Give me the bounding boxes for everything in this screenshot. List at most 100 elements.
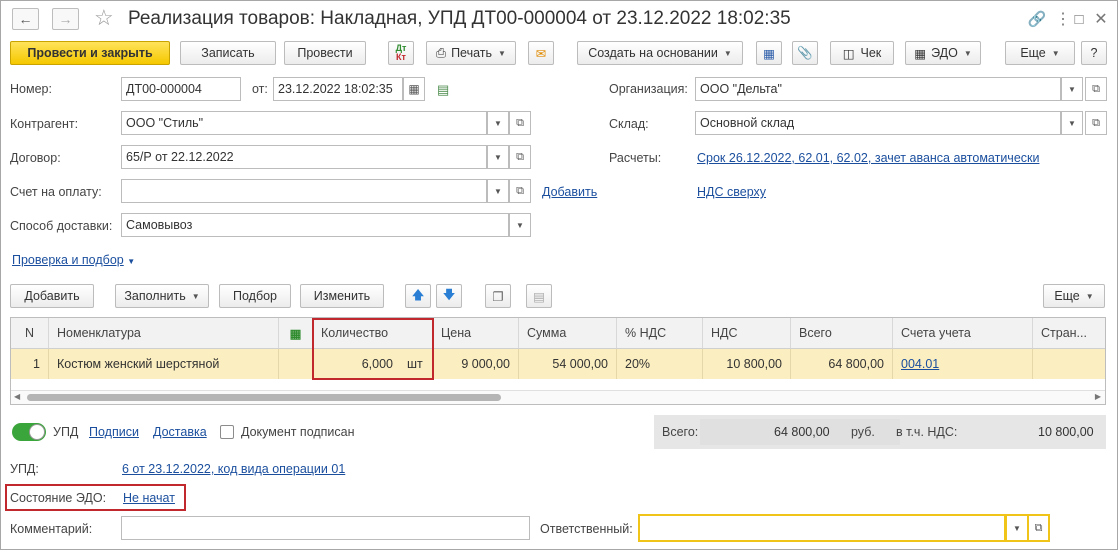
move-down-button[interactable]: 🡇 xyxy=(436,284,462,308)
warehouse-field[interactable]: Основной склад xyxy=(695,111,1061,135)
post-and-close-button[interactable]: Провести и закрыть xyxy=(10,41,170,65)
edo-state-highlight xyxy=(5,484,186,511)
hierarchy-icon: ▦ xyxy=(763,46,775,61)
date-field[interactable]: 23.12.2022 18:02:35 xyxy=(273,77,403,101)
cash-register-icon: ◫ xyxy=(842,46,855,61)
upd-toggle[interactable] xyxy=(12,423,46,441)
delivery-link[interactable]: Доставка xyxy=(153,425,207,439)
more-button[interactable]: Еще ▼ xyxy=(1005,41,1075,65)
column-header-n[interactable]: N xyxy=(11,318,49,349)
vat-on-top-link[interactable]: НДС сверху xyxy=(697,185,766,199)
column-header-marking[interactable]: ▦ xyxy=(279,318,313,349)
document-signed-checkbox[interactable] xyxy=(220,425,234,439)
column-header-sum[interactable]: Сумма xyxy=(519,318,617,349)
calendar-button[interactable]: ▦ xyxy=(403,77,425,101)
invoice-field[interactable] xyxy=(121,179,487,203)
arrow-left-icon: ← xyxy=(18,11,33,27)
contract-dropdown[interactable]: ▼ xyxy=(487,145,509,169)
delivery-method-dropdown[interactable]: ▼ xyxy=(509,213,531,237)
create-based-button[interactable]: Создать на основании ▼ xyxy=(577,41,743,65)
upd-label: УПД: xyxy=(10,462,39,476)
cell-marking[interactable] xyxy=(279,349,313,379)
number-field[interactable]: ДТ00-000004 xyxy=(121,77,241,101)
contractor-dropdown[interactable]: ▼ xyxy=(487,111,509,135)
arrow-right-icon: → xyxy=(58,11,73,27)
post-button[interactable]: Провести xyxy=(284,41,366,65)
history-icon[interactable]: ▤ xyxy=(437,82,449,98)
change-button[interactable]: Изменить xyxy=(300,284,384,308)
column-header-vat[interactable]: НДС xyxy=(703,318,791,349)
column-header-total[interactable]: Всего xyxy=(791,318,893,349)
responsible-dropdown[interactable]: ▼ xyxy=(1006,514,1028,542)
copy-rows-button[interactable]: ❐ xyxy=(485,284,511,308)
cell-price[interactable]: 9 000,00 xyxy=(433,349,519,379)
contract-open-button[interactable]: ⧉ xyxy=(509,145,531,169)
responsible-field[interactable] xyxy=(638,514,1006,542)
column-header-price[interactable]: Цена xyxy=(433,318,519,349)
fill-button[interactable]: Заполнить ▼ xyxy=(115,284,209,308)
back-button[interactable]: ← xyxy=(12,8,39,30)
column-header-vat-rate[interactable]: % НДС xyxy=(617,318,703,349)
contractor-open-button[interactable]: ⧉ xyxy=(509,111,531,135)
invoice-dropdown[interactable]: ▼ xyxy=(487,179,509,203)
document-signed-label: Документ подписан xyxy=(241,425,355,439)
help-button[interactable]: ? xyxy=(1081,41,1107,65)
add-row-button[interactable]: Добавить xyxy=(10,284,94,308)
signatures-link[interactable]: Подписи xyxy=(89,425,139,439)
maximize-icon[interactable]: □ xyxy=(1068,8,1090,30)
organization-dropdown[interactable]: ▼ xyxy=(1061,77,1083,101)
organization-field[interactable]: ООО "Дельта" xyxy=(695,77,1061,101)
add-invoice-link[interactable]: Добавить xyxy=(542,185,597,199)
close-icon[interactable]: ✕ xyxy=(1090,8,1112,30)
cell-vat[interactable]: 10 800,00 xyxy=(703,349,791,379)
attachments-button[interactable]: 📎 xyxy=(792,41,818,65)
warehouse-dropdown[interactable]: ▼ xyxy=(1061,111,1083,135)
cell-country[interactable] xyxy=(1033,349,1105,379)
cell-nomenclature[interactable]: Костюм женский шерстяной xyxy=(49,349,279,379)
scroll-right-icon[interactable]: ▶ xyxy=(1095,392,1101,401)
favorite-star-icon[interactable]: ☆ xyxy=(94,5,114,31)
edo-button[interactable]: ▦ ЭДО ▼ xyxy=(905,41,981,65)
paste-rows-button[interactable]: ▤ xyxy=(526,284,552,308)
print-button[interactable]: ⎙ Печать ▼ xyxy=(426,41,516,65)
link-icon[interactable]: 🔗 xyxy=(1026,8,1048,30)
invoice-open-button[interactable]: ⧉ xyxy=(509,179,531,203)
column-header-accounts[interactable]: Счета учета xyxy=(893,318,1033,349)
save-button[interactable]: Записать xyxy=(180,41,276,65)
email-button[interactable]: ✉ xyxy=(528,41,554,65)
responsible-open-button[interactable]: ⧉ xyxy=(1028,514,1050,542)
table-more-button[interactable]: Еще ▼ xyxy=(1043,284,1105,308)
comment-field[interactable] xyxy=(121,516,530,540)
forward-button[interactable]: → xyxy=(52,8,79,30)
cell-accounts[interactable]: 004.01 xyxy=(893,349,1033,379)
settlements-link[interactable]: Срок 26.12.2022, 62.01, 62.02, зачет ава… xyxy=(697,151,1039,165)
from-label: от: xyxy=(252,82,268,96)
cell-vat-rate[interactable]: 20% xyxy=(617,349,703,379)
contractor-field[interactable]: ООО "Стиль" xyxy=(121,111,487,135)
scroll-left-icon[interactable]: ◀ xyxy=(14,392,20,401)
cell-sum[interactable]: 54 000,00 xyxy=(519,349,617,379)
contract-field[interactable]: 65/Р от 22.12.2022 xyxy=(121,145,487,169)
scrollbar-thumb[interactable] xyxy=(27,394,501,401)
check-select-menu[interactable]: Проверка и подбор ▼ xyxy=(12,253,135,267)
delivery-method-label: Способ доставки: xyxy=(10,219,113,233)
total-value: 64 800,00 xyxy=(774,425,830,439)
arrow-down-icon: 🡇 xyxy=(442,287,456,302)
upd-link[interactable]: 6 от 23.12.2022, код вида операции 01 xyxy=(122,462,345,476)
accounts-link[interactable]: 004.01 xyxy=(901,357,939,371)
structure-button[interactable]: ▦ xyxy=(756,41,782,65)
check-button[interactable]: ◫ Чек xyxy=(830,41,894,65)
horizontal-scrollbar[interactable]: ◀ ▶ xyxy=(11,390,1105,404)
cell-n: 1 xyxy=(11,349,49,379)
dtkt-button[interactable]: Дт Кт xyxy=(388,41,414,65)
delivery-method-field[interactable]: Самовывоз xyxy=(121,213,509,237)
organization-open-button[interactable]: ⧉ xyxy=(1085,77,1107,101)
cell-total[interactable]: 64 800,00 xyxy=(791,349,893,379)
contract-label: Договор: xyxy=(10,151,61,165)
column-header-nomenclature[interactable]: Номенклатура xyxy=(49,318,279,349)
column-header-country[interactable]: Стран... xyxy=(1033,318,1105,349)
warehouse-open-button[interactable]: ⧉ xyxy=(1085,111,1107,135)
vat-incl-label: в т.ч. НДС: xyxy=(896,425,958,439)
selection-button[interactable]: Подбор xyxy=(219,284,291,308)
move-up-button[interactable]: 🡅 xyxy=(405,284,431,308)
